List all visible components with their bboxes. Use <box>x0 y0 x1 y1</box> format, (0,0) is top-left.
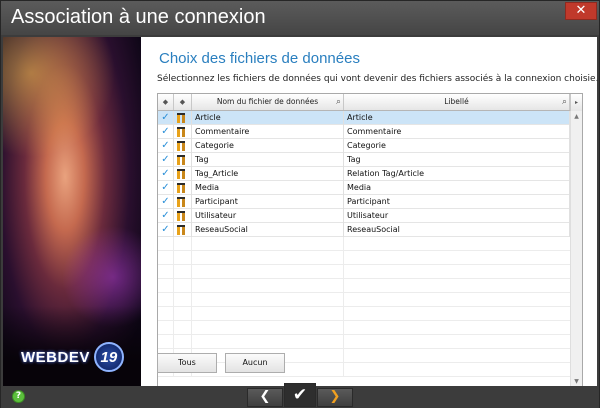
file-label-cell: Media <box>344 181 570 195</box>
webdev-logo: WEBDEV 19 <box>21 342 124 372</box>
wizard-footer: ? ❮ ✔ ❯ <box>1 383 599 408</box>
column-menu-arrow-icon[interactable]: ▸ <box>570 94 582 111</box>
table-row[interactable]: ✓ Utilisateur Utilisateur <box>158 209 570 223</box>
data-file-icon <box>174 181 192 195</box>
file-label-cell: Commentaire <box>344 125 570 139</box>
empty-table-row <box>158 349 570 363</box>
table-row[interactable]: ✓ Tag Tag <box>158 153 570 167</box>
table-row[interactable]: ✓ ReseauSocial ReseauSocial <box>158 223 570 237</box>
empty-table-row <box>158 293 570 307</box>
next-button[interactable]: ❯ <box>317 388 353 407</box>
instruction-text: Sélectionnez les fichiers de données qui… <box>157 74 599 84</box>
data-file-icon <box>174 195 192 209</box>
table-row[interactable]: ✓ Tag_Article Relation Tag/Article <box>158 167 570 181</box>
wizard-banner-image: WEBDEV 19 <box>3 37 141 386</box>
column-header-label-text: Libellé <box>444 97 469 106</box>
file-name-cell: Article <box>192 111 344 125</box>
check-icon[interactable]: ✓ <box>158 153 174 167</box>
check-icon[interactable]: ✓ <box>158 181 174 195</box>
data-file-icon <box>174 167 192 181</box>
check-icon[interactable]: ✓ <box>158 167 174 181</box>
table-body: ✓ Article Article ✓ Commentaire Commentaire ✓ C… <box>158 111 570 386</box>
data-files-table: ◆ ◆ Nom du fichier de données ⌕ Libellé … <box>157 93 583 387</box>
table-row[interactable]: ✓ Commentaire Commentaire <box>158 125 570 139</box>
logo-text: WEBDEV <box>21 348 90 366</box>
window-title: Association à une connexion <box>11 6 266 28</box>
close-button[interactable]: ✕ <box>565 2 597 20</box>
file-label-cell: Participant <box>344 195 570 209</box>
empty-table-row <box>158 237 570 251</box>
data-file-icon <box>174 125 192 139</box>
column-header-name-label: Nom du fichier de données <box>216 97 319 106</box>
file-name-cell: Tag_Article <box>192 167 344 181</box>
check-icon[interactable]: ✓ <box>158 125 174 139</box>
help-icon[interactable]: ? <box>12 390 25 403</box>
banner-glow-top <box>3 37 141 157</box>
grid-line <box>158 307 344 321</box>
file-name-cell: Utilisateur <box>192 209 344 223</box>
file-name-cell: Media <box>192 181 344 195</box>
grid-line <box>158 279 344 293</box>
select-none-button[interactable]: Aucun <box>225 353 285 373</box>
file-name-cell: ReseauSocial <box>192 223 344 237</box>
data-file-icon <box>174 209 192 223</box>
grid-line <box>158 293 344 307</box>
grid-line <box>158 321 344 335</box>
file-label-cell: Article <box>344 111 570 125</box>
grid-line <box>158 237 344 251</box>
check-icon[interactable]: ✓ <box>158 209 174 223</box>
sort-indicator-icon: ◆ <box>162 98 169 106</box>
dialog-window: Association à une connexion ✕ WEBDEV 19 … <box>0 0 600 408</box>
data-file-icon <box>174 153 192 167</box>
check-icon[interactable]: ✓ <box>158 195 174 209</box>
magnifier-icon[interactable]: ⌕ <box>336 94 341 110</box>
empty-table-row <box>158 265 570 279</box>
page-title: Choix des fichiers de données <box>159 50 360 67</box>
file-label-cell: Relation Tag/Article <box>344 167 570 181</box>
magnifier-icon[interactable]: ⌕ <box>562 94 567 110</box>
data-file-icon <box>174 111 192 125</box>
file-name-cell: Commentaire <box>192 125 344 139</box>
table-row[interactable]: ✓ Media Media <box>158 181 570 195</box>
empty-table-row <box>158 279 570 293</box>
scroll-up-icon[interactable]: ▲ <box>571 111 582 122</box>
data-file-icon <box>174 223 192 237</box>
empty-table-row <box>158 335 570 349</box>
vertical-scrollbar[interactable]: ▲ ▼ <box>570 111 582 386</box>
finish-button[interactable]: ✔ <box>284 383 316 407</box>
data-file-icon <box>174 139 192 153</box>
empty-table-row <box>158 363 570 377</box>
grid-line <box>158 251 344 265</box>
table-row[interactable]: ✓ Article Article <box>158 111 570 125</box>
file-label-cell: Utilisateur <box>344 209 570 223</box>
file-name-cell: Categorie <box>192 139 344 153</box>
table-header: ◆ ◆ Nom du fichier de données ⌕ Libellé … <box>158 94 582 111</box>
previous-button[interactable]: ❮ <box>247 388 283 407</box>
check-icon[interactable]: ✓ <box>158 223 174 237</box>
title-bar[interactable]: Association à une connexion ✕ <box>1 1 599 35</box>
table-row[interactable]: ✓ Categorie Categorie <box>158 139 570 153</box>
select-all-button[interactable]: Tous <box>157 353 217 373</box>
column-header-label[interactable]: Libellé ⌕ <box>344 94 570 110</box>
grid-line <box>158 265 344 279</box>
grid-line <box>158 335 344 349</box>
column-header-name[interactable]: Nom du fichier de données ⌕ <box>192 94 344 110</box>
file-name-cell: Tag <box>192 153 344 167</box>
file-label-cell: Categorie <box>344 139 570 153</box>
column-header-icon[interactable]: ◆ <box>174 94 192 110</box>
file-label-cell: ReseauSocial <box>344 223 570 237</box>
column-header-check[interactable]: ◆ <box>158 94 174 110</box>
empty-table-row <box>158 251 570 265</box>
logo-version-badge: 19 <box>93 342 124 372</box>
sort-indicator-icon: ◆ <box>179 98 186 106</box>
file-name-cell: Participant <box>192 195 344 209</box>
check-icon[interactable]: ✓ <box>158 139 174 153</box>
file-label-cell: Tag <box>344 153 570 167</box>
wizard-content: Choix des fichiers de données Sélectionn… <box>141 37 599 387</box>
check-icon[interactable]: ✓ <box>158 111 174 125</box>
table-row[interactable]: ✓ Participant Participant <box>158 195 570 209</box>
empty-table-row <box>158 307 570 321</box>
empty-table-row <box>158 321 570 335</box>
